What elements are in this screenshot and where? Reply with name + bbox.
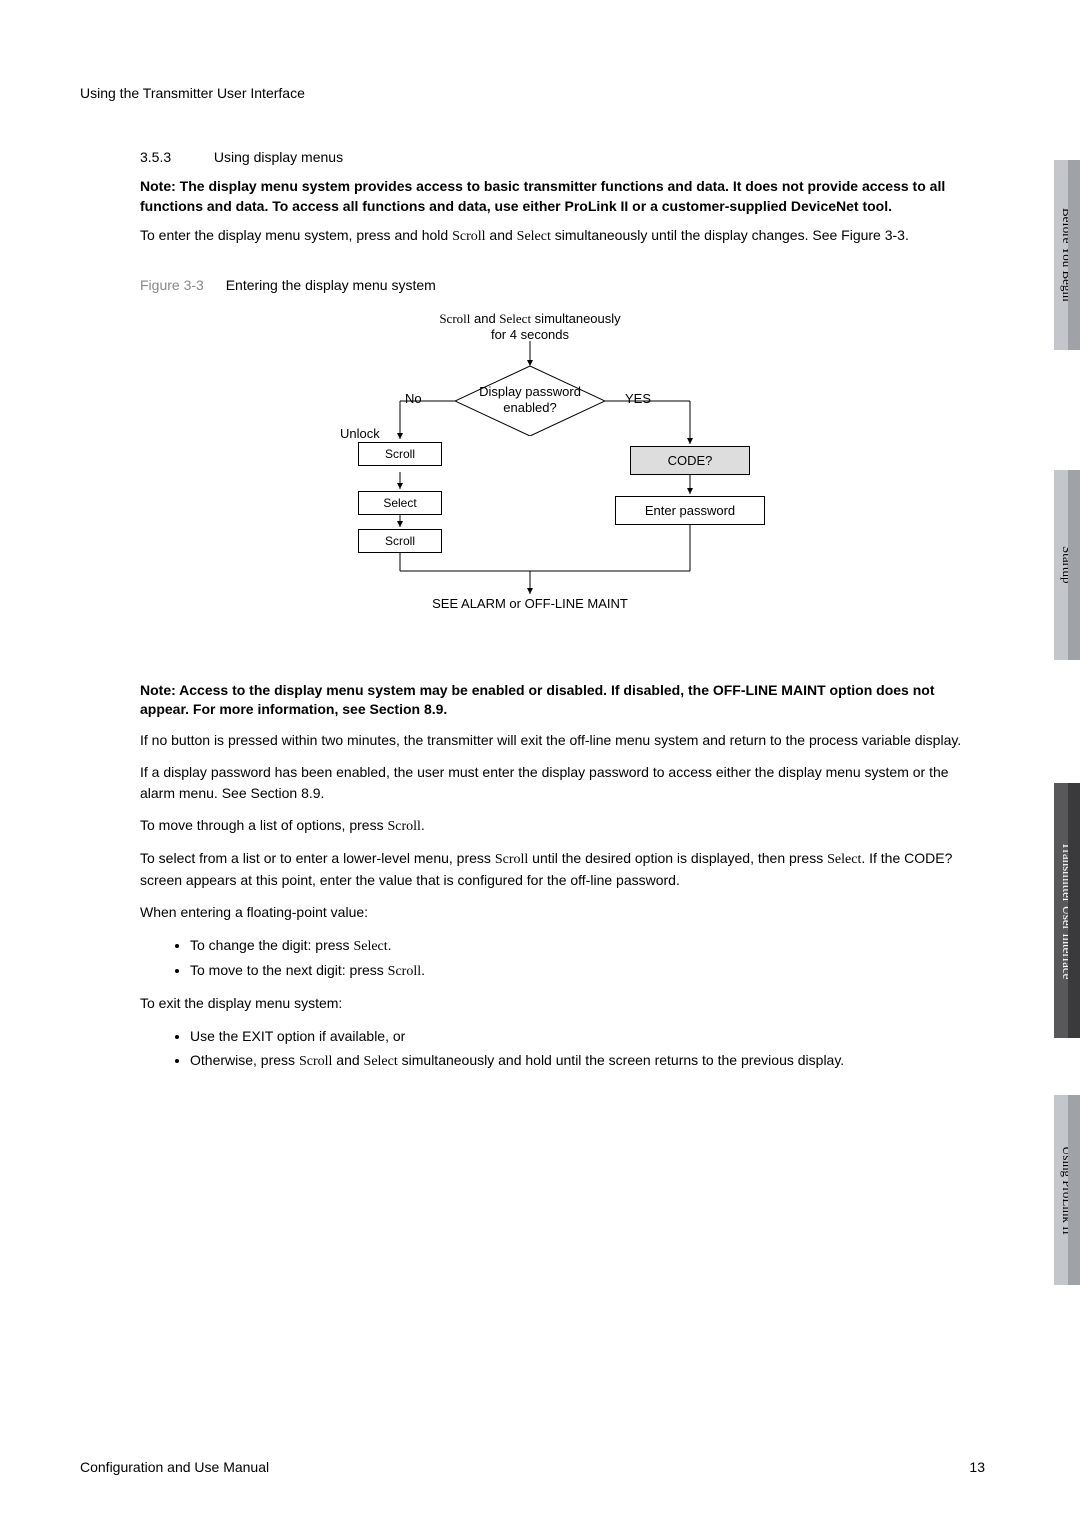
- tab-using-prolink[interactable]: Using ProLink II: [1054, 1095, 1080, 1285]
- flow-unlock-label: Unlock: [340, 426, 380, 441]
- bullet-next-digit: To move to the next digit: press Scroll.: [190, 959, 985, 984]
- tab-startup[interactable]: Startup: [1054, 470, 1080, 660]
- exit-bullets: Use the EXIT option if available, or Oth…: [190, 1025, 985, 1074]
- bullet-change-digit: To change the digit: press Select.: [190, 934, 985, 959]
- flowchart: Scroll and Select simultaneously for 4 s…: [300, 311, 860, 631]
- paragraph-enter-menu: To enter the display menu system, press …: [140, 226, 985, 247]
- figure-caption: Figure 3-3 Entering the display menu sys…: [140, 277, 985, 293]
- section-number: 3.5.3: [140, 149, 210, 165]
- flow-yes-label: YES: [625, 391, 651, 406]
- section-heading: 3.5.3 Using display menus: [140, 149, 985, 165]
- footer-left: Configuration and Use Manual: [80, 1459, 269, 1475]
- para-scroll-list: To move through a list of options, press…: [140, 815, 985, 838]
- flow-code: CODE?: [630, 446, 750, 475]
- page-header: Using the Transmitter User Interface: [80, 85, 985, 101]
- footer-page-number: 13: [969, 1459, 985, 1475]
- flowchart-lines: [300, 311, 860, 631]
- para-password: If a display password has been enabled, …: [140, 762, 985, 805]
- section-title: Using display menus: [214, 149, 343, 165]
- float-bullets: To change the digit: press Select. To mo…: [190, 934, 985, 984]
- flow-enter-password: Enter password: [615, 496, 765, 525]
- side-tabs: Before You Begin Startup Transmitter Use…: [1054, 0, 1080, 1527]
- para-exit-intro: To exit the display menu system:: [140, 993, 985, 1015]
- flow-scroll-1: Scroll: [358, 442, 442, 466]
- note-1: Note: The display menu system provides a…: [140, 177, 985, 216]
- flow-select: Select: [358, 491, 442, 515]
- flow-start: Scroll and Select simultaneously for 4 s…: [410, 311, 650, 342]
- flow-decision: Display passwordenabled?: [455, 366, 605, 436]
- bullet-exit-option: Use the EXIT option if available, or: [190, 1025, 985, 1049]
- flow-scroll-2: Scroll: [358, 529, 442, 553]
- flow-no-label: No: [405, 391, 422, 406]
- tab-before-you-begin[interactable]: Before You Begin: [1054, 160, 1080, 350]
- page-footer: Configuration and Use Manual 13: [80, 1459, 985, 1475]
- figure-title: Entering the display menu system: [226, 277, 436, 293]
- tab-transmitter-ui[interactable]: Transmitter User Interface: [1054, 783, 1080, 1038]
- para-timeout: If no button is pressed within two minut…: [140, 730, 985, 752]
- para-float-intro: When entering a floating-point value:: [140, 902, 985, 924]
- note-2: Note: Access to the display menu system …: [140, 681, 985, 720]
- figure-label: Figure 3-3: [140, 277, 204, 293]
- flow-end: SEE ALARM or OFF-LINE MAINT: [400, 596, 660, 611]
- bullet-exit-hold: Otherwise, press Scroll and Select simul…: [190, 1049, 985, 1074]
- para-select-list: To select from a list or to enter a lowe…: [140, 848, 985, 892]
